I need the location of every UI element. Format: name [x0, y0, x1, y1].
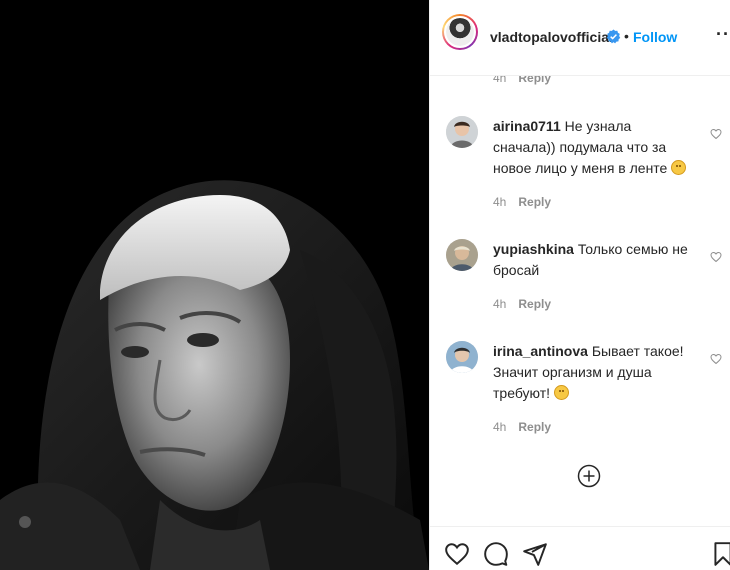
post-header: vladtopalovofficial • Follow ···	[430, 0, 730, 76]
comment-meta: 4h Reply	[493, 195, 551, 209]
post-image	[0, 0, 429, 570]
commenter-username[interactable]: yupiashkina	[493, 241, 574, 257]
post-action-bar	[430, 526, 730, 570]
comment-text: yupiashkina Только семью не бросай	[493, 239, 693, 281]
smiling-face-emoji-icon	[671, 160, 687, 175]
comment-icon[interactable]	[483, 541, 509, 567]
comment-meta: 4h Reply	[493, 420, 551, 434]
reply-button[interactable]: Reply	[518, 420, 551, 434]
commenter-avatar-image	[446, 116, 478, 148]
post-sidebar: vladtopalovofficial • Follow ··· 4h Reply	[429, 0, 730, 570]
author-avatar[interactable]	[444, 16, 476, 48]
comment-text: irina_antinova Бывает такое! Значит орга…	[493, 341, 693, 404]
header-separator: •	[624, 28, 629, 44]
commenter-avatar[interactable]	[446, 116, 478, 148]
reply-button[interactable]: Reply	[518, 195, 551, 209]
reply-button[interactable]: Reply	[518, 76, 551, 85]
comment-meta: 4h Reply	[493, 297, 551, 311]
comments-list[interactable]: 4h Reply airina0711 Не узнала сначала)) п…	[430, 76, 730, 526]
comment-like-heart-icon[interactable]	[710, 353, 722, 365]
verified-badge-icon	[606, 29, 621, 44]
comment-time: 4h	[493, 420, 507, 434]
comment-time: 4h	[493, 195, 507, 209]
commenter-username[interactable]: irina_antinova	[493, 343, 588, 359]
commenter-avatar[interactable]	[446, 341, 478, 373]
save-bookmark-icon[interactable]	[710, 541, 730, 567]
comment-text: airina0711 Не узнала сначала)) подумала …	[493, 116, 693, 179]
follow-button[interactable]: Follow	[633, 29, 677, 45]
commenter-avatar[interactable]	[446, 239, 478, 271]
commenter-username[interactable]: airina0711	[493, 118, 561, 134]
author-avatar-image	[446, 18, 474, 46]
share-paper-plane-icon[interactable]	[522, 541, 548, 567]
load-more-comments-plus-circle-icon[interactable]	[577, 464, 601, 488]
more-options-icon[interactable]: ···	[716, 24, 730, 45]
like-heart-icon[interactable]	[444, 541, 470, 567]
author-avatar-ring[interactable]	[442, 14, 478, 50]
comment-like-heart-icon[interactable]	[710, 128, 722, 140]
author-username[interactable]: vladtopalovofficial	[490, 29, 613, 45]
previous-comment-meta: 4h Reply	[493, 76, 551, 85]
comment-time: 4h	[493, 76, 507, 85]
reply-button[interactable]: Reply	[518, 297, 551, 311]
hugging-face-emoji-icon	[553, 385, 569, 400]
comment-like-heart-icon[interactable]	[710, 251, 722, 263]
comment-time: 4h	[493, 297, 507, 311]
post-photo[interactable]	[0, 0, 429, 570]
commenter-avatar-image	[446, 239, 478, 271]
commenter-avatar-image	[446, 341, 478, 373]
